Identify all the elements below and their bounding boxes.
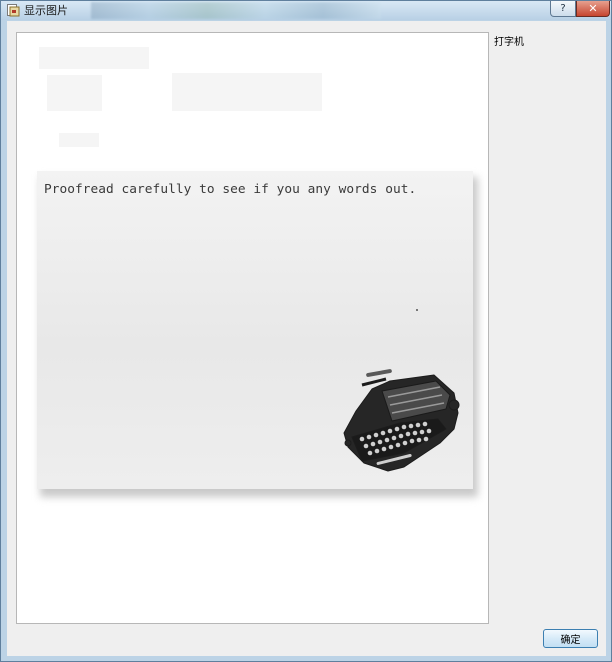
help-icon: ? bbox=[560, 3, 566, 14]
ok-button[interactable]: 确定 bbox=[543, 629, 598, 648]
card-speck bbox=[416, 309, 418, 311]
dialog-client-area: Proofread carefully to see if you any wo… bbox=[7, 21, 606, 656]
close-icon: ✕ bbox=[588, 2, 598, 15]
image-display: Proofread carefully to see if you any wo… bbox=[16, 32, 489, 624]
image-caption: 打字机 bbox=[494, 37, 524, 48]
close-button[interactable]: ✕ bbox=[576, 1, 610, 17]
faded-background-block bbox=[59, 133, 99, 147]
card-typed-text: Proofread carefully to see if you any wo… bbox=[44, 182, 417, 197]
titlebar[interactable]: 显示图片 ? ✕ bbox=[1, 1, 611, 20]
faded-background-block bbox=[172, 73, 322, 111]
typewriter-illustration bbox=[343, 369, 460, 472]
help-button[interactable]: ? bbox=[550, 1, 576, 17]
dialog-window: 显示图片 ? ✕ Proofread carefully to see if y… bbox=[0, 0, 612, 662]
window-title: 显示图片 bbox=[24, 4, 68, 17]
picture-app-icon bbox=[7, 4, 20, 17]
typewriter-card: Proofread carefully to see if you any wo… bbox=[37, 171, 473, 489]
faded-background-block bbox=[39, 47, 149, 69]
faded-background-block bbox=[47, 75, 102, 111]
title-background-blur bbox=[91, 2, 381, 19]
